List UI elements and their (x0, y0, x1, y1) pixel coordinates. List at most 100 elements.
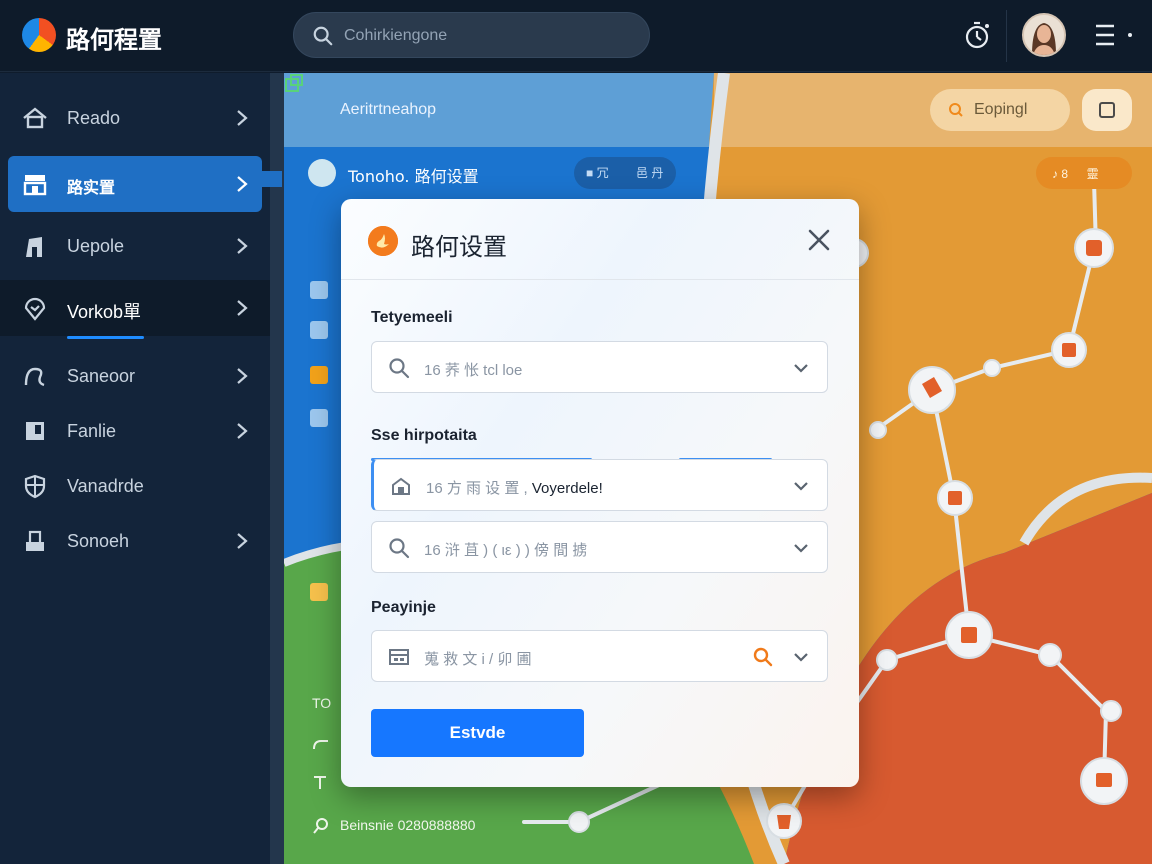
field-value: 16 荞 怅 tcl loe (424, 362, 523, 379)
sidebar-item-reado[interactable]: Reado (8, 90, 262, 146)
search-input[interactable] (344, 23, 634, 49)
field-prefix: 16 方 雨 设 置 , (426, 480, 528, 497)
chevron-right-icon (237, 176, 248, 192)
location-pin-icon (24, 297, 46, 321)
square-icon (1099, 102, 1115, 118)
field-value: 16 方 雨 设 置 , Voyerdele! (426, 477, 603, 498)
active-underline (67, 336, 144, 339)
search-icon[interactable] (753, 647, 773, 667)
sidebar-item-vanadrde[interactable]: Vanadrde (8, 458, 262, 514)
store-icon[interactable] (310, 409, 328, 427)
chevron-down-icon (794, 653, 808, 662)
dialog-title: 路何设置 (411, 233, 507, 261)
app-logo (22, 18, 56, 52)
map-layer-icon (285, 74, 303, 92)
inbox-icon (26, 530, 44, 551)
route-title: Tonoho. 路何设置 (348, 167, 479, 186)
timer-icon[interactable] (963, 20, 991, 50)
field-value: 蒐 救 文 i / 卯 圃 (424, 651, 532, 668)
sidebar-item-settings[interactable]: 路实置 (8, 156, 262, 212)
chip-right[interactable]: 邑 丹 (636, 164, 663, 181)
sidebar-item-label: Sonoeh (67, 531, 130, 551)
explore-button[interactable]: Eopingl (930, 89, 1070, 131)
chevron-down-icon (794, 364, 808, 373)
panel-title: Aeritrtneahop (340, 101, 437, 118)
submit-button[interactable]: Estvde (371, 709, 584, 757)
chevron-right-icon (237, 368, 248, 384)
chevron-right-icon (237, 423, 248, 439)
route-settings-dialog: 路何设置 Tetyemeeli 16 荞 怅 tcl loe Sse hirpo… (341, 199, 859, 787)
sidebar-item-label: Uepole (67, 236, 125, 256)
user-portrait-icon (1024, 15, 1064, 55)
sidebar-item-label: 路实置 (67, 178, 116, 197)
route-icon (24, 367, 45, 387)
chip-left[interactable]: ■ 冗 (586, 164, 609, 181)
building-icon (392, 477, 410, 495)
pin-icon[interactable] (310, 281, 328, 299)
sidebar-item-label: Saneoor (67, 366, 136, 386)
chart-icon[interactable] (310, 321, 328, 339)
search-icon (389, 538, 410, 559)
search-icon (313, 26, 333, 46)
header-divider (1006, 10, 1007, 62)
sidebar-item-fanlie[interactable]: Fanlie (8, 403, 262, 459)
top-bar: 路何程置 (0, 0, 1152, 72)
section-label: Sse hirpotaita (371, 427, 477, 444)
bottom-label-search: Beinsnie 0280888880 (340, 817, 476, 833)
field-select-1[interactable]: 16 荞 怅 tcl loe (371, 341, 828, 393)
calendar-icon (389, 649, 409, 665)
sidebar-item-label: Vorkob單 (67, 302, 142, 322)
orange-chip-label: ♪ 8 靈 (1052, 167, 1099, 181)
bottom-label-to: TO (312, 695, 332, 711)
field-highlight: Voyerdele! (531, 480, 603, 497)
active-rail-marker (262, 171, 282, 187)
sidebar-rail (270, 73, 284, 864)
badge-icon[interactable] (310, 366, 328, 384)
search-icon (313, 818, 328, 834)
sidebar-item-label: Reado (67, 108, 121, 128)
field-select-3[interactable]: 16 浒 苴 ) ( ιε ) ) 傍 間 掳 (371, 521, 828, 573)
chevron-down-icon (794, 482, 808, 491)
section-label: Tetyemeeli (371, 309, 453, 326)
text-icon (314, 776, 326, 789)
route-chip-group[interactable]: ■ 冗 邑 丹 (574, 157, 676, 189)
search-icon (389, 358, 410, 379)
book-icon (26, 422, 44, 440)
link-icon (313, 740, 328, 750)
sidebar-item-uepole[interactable]: Uepole (8, 218, 262, 274)
chevron-right-icon (237, 533, 248, 549)
building-icon (26, 237, 42, 257)
sidebar-item-label: Fanlie (67, 421, 117, 441)
map-panel-header: Aeritrtneahop (284, 73, 714, 147)
chevron-down-icon (794, 544, 808, 553)
flame-icon (368, 226, 398, 256)
sidebar-item-label: Vanadrde (67, 476, 144, 496)
explore-label: Eopingl (974, 101, 1028, 118)
section-label: Peayinje (371, 599, 436, 616)
search-bar[interactable] (293, 12, 650, 58)
map-view-button[interactable] (1082, 89, 1132, 131)
dialog-divider (341, 279, 859, 280)
route-row[interactable]: Tonoho. 路何设置 ■ 冗 邑 丹 (284, 147, 704, 197)
menu-icon[interactable] (1094, 22, 1138, 48)
close-icon[interactable] (805, 226, 833, 254)
dialog-logo (368, 226, 398, 256)
sidebar-item-vorkob[interactable]: Vorkob單 (0, 280, 270, 336)
route-icon (308, 159, 336, 187)
sidebar-item-saneoor[interactable]: Saneoor (8, 348, 262, 404)
chevron-right-icon (237, 110, 248, 126)
flag-icon[interactable] (310, 583, 328, 601)
field-select-2[interactable]: 16 方 雨 设 置 , Voyerdele! (371, 459, 828, 511)
shield-icon (24, 474, 46, 499)
search-icon (949, 103, 963, 117)
home-icon (23, 107, 47, 129)
field-value: 16 浒 苴 ) ( ιε ) ) 傍 間 掳 (424, 542, 588, 559)
avatar[interactable] (1022, 13, 1066, 57)
sidebar-item-sonoeh[interactable]: Sonoeh (8, 513, 262, 569)
storefront-icon (23, 175, 47, 196)
chevron-right-icon (237, 238, 248, 254)
app-title: 路何程置 (66, 26, 162, 54)
field-select-4[interactable]: 蒐 救 文 i / 卯 圃 (371, 630, 828, 682)
orange-chip[interactable]: ♪ 8 靈 (1036, 157, 1132, 189)
chevron-right-icon (237, 300, 248, 316)
